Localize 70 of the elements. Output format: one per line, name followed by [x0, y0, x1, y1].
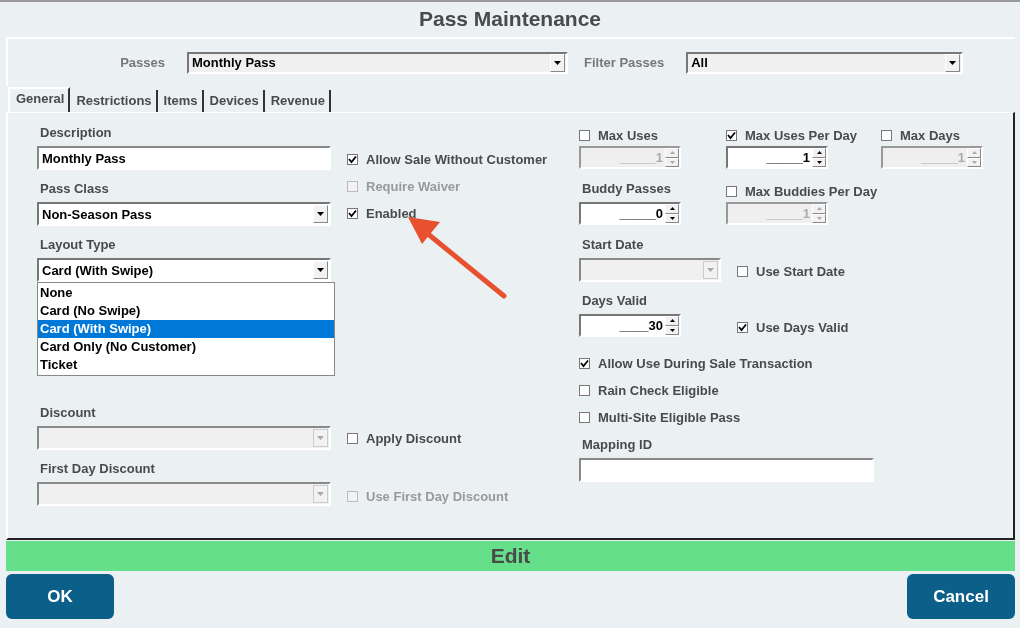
dropdown-button[interactable]	[550, 53, 565, 72]
dropdown-option[interactable]: Card (With Swipe)	[38, 320, 334, 338]
checkbox-label: Use First Day Discount	[366, 489, 509, 504]
field-label: Passes	[119, 55, 165, 70]
checkbox-label: Allow Use During Sale Transaction	[598, 356, 813, 371]
number-spinner: _____1	[726, 202, 828, 225]
checkbox[interactable]	[579, 358, 590, 369]
caret-icon	[317, 212, 324, 216]
dropdown-button[interactable]	[313, 205, 328, 223]
field-label: Layout Type	[39, 237, 117, 254]
checkbox-label: Max Uses Per Day	[745, 128, 857, 143]
caret-icon	[707, 268, 714, 272]
checkbox-label: Max Uses	[598, 128, 658, 143]
dropdown-option[interactable]: Ticket	[38, 356, 334, 374]
field-label: Mapping ID	[581, 437, 654, 454]
checkbox[interactable]	[347, 433, 358, 444]
dropdown-button[interactable]	[945, 53, 961, 72]
field-label: First Day Discount	[39, 461, 156, 478]
field-label: Discount	[39, 405, 97, 422]
dropdown-field[interactable]: Non-Season Pass	[37, 202, 331, 226]
checkbox[interactable]	[347, 208, 358, 219]
checkbox[interactable]	[737, 321, 748, 333]
button[interactable]: OK	[6, 574, 114, 619]
number-spinner: _____1	[881, 146, 983, 169]
checkbox[interactable]	[726, 130, 737, 141]
checkbox-label: Enabled	[366, 206, 417, 221]
caret-icon	[317, 436, 324, 440]
checkbox[interactable]	[579, 385, 590, 396]
caret-icon	[317, 492, 324, 496]
dropdown-field[interactable]: Card (With Swipe)	[37, 258, 331, 282]
dropdown-option[interactable]: Card Only (No Customer)	[38, 338, 334, 356]
window-title: Pass Maintenance	[417, 6, 603, 32]
number-spinner: _____1	[579, 146, 681, 169]
dropdown-option[interactable]: None	[38, 284, 334, 302]
tab[interactable]: General	[8, 87, 71, 112]
field-label: Filter Passes	[584, 55, 665, 70]
dropdown-option[interactable]: Card (No Swipe)	[38, 302, 334, 320]
checkbox-label: Require Waiver	[366, 179, 461, 194]
dropdown-field[interactable]: All	[686, 51, 964, 74]
dropdown-button[interactable]	[313, 261, 328, 279]
number-spinner[interactable]: _____1	[726, 146, 828, 169]
field-label: Buddy Passes	[581, 181, 672, 198]
checkbox-label: Allow Sale Without Customer	[366, 152, 548, 167]
checkbox[interactable]	[579, 412, 590, 423]
checkbox[interactable]	[737, 265, 748, 277]
field-label: Start Date	[581, 237, 645, 254]
checkbox-label: Apply Discount	[366, 431, 462, 446]
caret-icon	[554, 60, 561, 65]
mode-banner: Edit	[6, 541, 1015, 571]
text-field[interactable]	[579, 458, 874, 482]
checkbox-label: Use Days Valid	[756, 319, 849, 335]
number-spinner[interactable]: ____30	[579, 314, 681, 337]
checkbox[interactable]	[726, 186, 737, 197]
field-label: Description	[39, 125, 113, 142]
checkbox-label: Max Buddies Per Day	[745, 184, 878, 199]
checkbox[interactable]	[881, 130, 892, 141]
number-spinner[interactable]: _____0	[579, 202, 681, 225]
caret-icon	[317, 268, 324, 272]
checkbox-label: Max Days	[900, 128, 960, 143]
checkbox-label: Multi-Site Eligible Pass	[598, 410, 741, 425]
checkbox[interactable]	[579, 130, 590, 141]
text-field[interactable]: Monthly Pass	[37, 146, 331, 170]
dropdown-field[interactable]: Monthly Pass	[187, 51, 568, 74]
button[interactable]: Cancel	[907, 574, 1015, 619]
checkbox[interactable]	[347, 154, 358, 165]
caret-icon	[949, 60, 957, 65]
checkbox-label: Rain Check Eligible	[598, 383, 719, 398]
field-label: Days Valid	[581, 293, 649, 310]
field-label: Pass Class	[39, 181, 110, 198]
checkbox-label: Use Start Date	[756, 263, 845, 279]
